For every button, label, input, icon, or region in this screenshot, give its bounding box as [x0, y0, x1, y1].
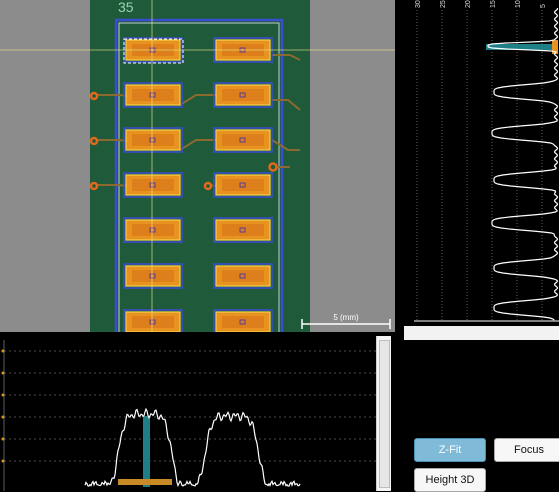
profile-grid — [1, 340, 376, 491]
horizontal-profile-curve — [84, 407, 301, 488]
profile-grid — [416, 10, 543, 321]
scale-bar-label: 5 (mm) — [333, 313, 359, 322]
profile-tick-labels: 30 25 20 15 10 5 — [415, 0, 547, 8]
profile-tick-label: 30 — [415, 0, 422, 8]
pad — [123, 263, 183, 289]
pad — [123, 309, 183, 332]
profile-tick-label: 25 — [440, 0, 447, 8]
profile-accent — [118, 479, 172, 485]
vertical-profile-curve — [487, 7, 559, 321]
pcb-image[interactable]: 35 5 (mm) — [0, 0, 395, 332]
profile-marker — [143, 416, 150, 487]
board-label: 35 — [118, 0, 134, 15]
horizontal-profile-plot — [0, 340, 376, 491]
profile-tick-label: 5 — [540, 4, 547, 8]
zfit-button[interactable]: Z-Fit — [414, 438, 486, 462]
image-viewport[interactable]: 35 5 (mm) — [0, 0, 395, 332]
panel-splitter[interactable] — [404, 326, 559, 340]
profile-scrollbar[interactable] — [376, 336, 391, 491]
focus-button[interactable]: Focus — [494, 438, 559, 462]
pad — [123, 127, 183, 153]
profile-tick-label: 20 — [465, 0, 472, 8]
height3d-button[interactable]: Height 3D — [414, 468, 486, 492]
pad — [123, 217, 183, 243]
pad — [123, 172, 183, 198]
profile-tick-label: 15 — [490, 0, 497, 8]
pad — [213, 263, 273, 289]
pad — [213, 309, 273, 332]
vertical-profile-plot: 30 25 20 15 10 5 — [406, 0, 559, 326]
pad — [213, 172, 273, 198]
scrollbar-thumb[interactable] — [379, 340, 390, 488]
pad — [213, 127, 273, 153]
pad — [123, 82, 183, 108]
pad — [213, 217, 273, 243]
profile-tick-label: 10 — [515, 0, 522, 8]
pad — [213, 82, 273, 108]
